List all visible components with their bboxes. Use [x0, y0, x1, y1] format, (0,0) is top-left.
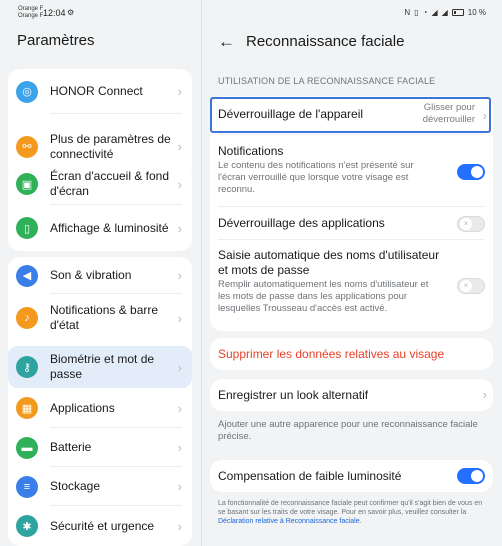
settings-item-honor-connect[interactable]: ◎ HONOR Connect › [8, 69, 192, 114]
settings-item-battery[interactable]: ▬ Batterie › [8, 428, 192, 467]
volume-icon: ◀ [16, 264, 38, 287]
delete-face-card[interactable]: Supprimer les données relatives au visag… [210, 338, 493, 370]
display-group: ▣ Écran d'accueil & fond d'écran › ▯ Aff… [8, 163, 192, 251]
wifi-icon: ◔ [422, 8, 428, 17]
alt-look-button[interactable]: Enregistrer un look alternatif [218, 388, 485, 403]
image-icon: ▣ [16, 173, 38, 195]
settings-item-label: Stockage [50, 479, 101, 493]
settings-item-display[interactable]: ▯ Affichage & luminosité › [8, 205, 192, 251]
system-group: ⚷ Biométrie et mot de passe › ▦ Applicat… [8, 346, 192, 546]
notifications-label: Notifications [218, 144, 284, 158]
alt-look-card[interactable]: Enregistrer un look alternatif › [210, 379, 493, 411]
chevron-right-icon: › [177, 310, 182, 326]
page-title: Reconnaissance faciale [246, 33, 405, 50]
settings-item-label: Notifications & barre d'état [50, 303, 159, 332]
sound-group: ◀ Son & vibration › ♪ Notifications & ba… [8, 257, 192, 359]
battery-status-icon [451, 9, 464, 16]
asterisk-icon: ✱ [16, 515, 38, 537]
apps-icon: ▦ [16, 397, 38, 419]
settings-item-notifications[interactable]: ♪ Notifications & barre d'état › [8, 294, 192, 342]
chevron-right-icon: › [177, 440, 182, 455]
carrier-names: Orange F Orange F [18, 6, 43, 20]
carrier-1: Orange F [18, 6, 44, 12]
footer-end: . [359, 518, 362, 525]
chevron-right-icon: › [177, 176, 182, 192]
settings-item-storage[interactable]: ≡ Stockage › [8, 467, 192, 506]
key-icon: ⚷ [16, 356, 38, 378]
footer-note: La fonctionnalité de reconnaissance faci… [218, 499, 488, 526]
low-light-toggle[interactable] [457, 468, 485, 484]
honor-connect-icon: ◎ [16, 80, 38, 103]
delete-face-data-button[interactable]: Supprimer les données relatives au visag… [218, 347, 485, 361]
vibrate-icon: ▯ [414, 8, 419, 17]
settings-item-sound[interactable]: ◀ Son & vibration › [8, 257, 192, 294]
low-light-label: Compensation de faible luminosité [218, 469, 402, 483]
settings-item-label: Écran d'accueil & fond d'écran [50, 169, 170, 198]
settings-item-biometrics[interactable]: ⚷ Biométrie et mot de passe › [8, 346, 192, 388]
gear-icon: ⚙ [67, 8, 75, 17]
autofill-toggle[interactable] [457, 278, 485, 294]
selection-highlight [210, 97, 491, 133]
chevron-right-icon: › [177, 84, 182, 99]
notifications-desc: Le contenu des notifications n'est prése… [218, 160, 414, 195]
chevron-right-icon: › [177, 268, 182, 283]
clock: 12:04 [43, 8, 66, 18]
nfc-icon: N [404, 8, 411, 17]
notifications-row: Notifications Le contenu des notificatio… [210, 134, 493, 206]
battery-icon: ▬ [16, 436, 38, 459]
chevron-right-icon: › [177, 139, 182, 154]
settings-item-label: Plus de paramètres de connectivité [50, 131, 171, 161]
settings-item-label: Affichage & luminosité [50, 220, 169, 235]
settings-item-home-screen[interactable]: ▣ Écran d'accueil & fond d'écran › [8, 163, 192, 205]
battery-percent: 10 % [467, 8, 486, 17]
settings-item-applications[interactable]: ▦ Applications › [8, 388, 192, 428]
settings-item-security[interactable]: ✱ Sécurité et urgence › [8, 506, 192, 546]
back-arrow-icon[interactable]: ← [218, 32, 235, 52]
low-light-card: Compensation de faible luminosité [210, 460, 493, 492]
storage-icon: ≡ [16, 475, 38, 498]
settings-list-pane: Paramètres ◎ HONOR Connect › ⚯ Plus de p… [0, 24, 201, 546]
status-icons: N ▯ ◔ ◢ ◢ 10 % [404, 8, 486, 17]
autofill-label: Saisie automatique des noms d'utilisateu… [218, 248, 440, 277]
section-header: UTILISATION DE LA RECONNAISSANCE FACIALE [218, 76, 436, 86]
settings-item-label: Biométrie et mot de passe [50, 352, 155, 381]
status-bar: Orange F Orange F 12:04 ⚙ N ▯ ◔ ◢ ◢ 10 % [0, 0, 502, 24]
settings-item-label: Son & vibration [50, 268, 132, 282]
chevron-right-icon: › [177, 518, 182, 534]
chevron-right-icon: › [177, 220, 182, 236]
settings-item-label: HONOR Connect [50, 84, 143, 98]
phone-display-icon: ▯ [16, 217, 38, 239]
chevron-right-icon: › [482, 387, 487, 402]
bell-icon: ♪ [16, 307, 38, 329]
chevron-right-icon: › [177, 359, 182, 375]
privacy-statement-link[interactable]: Déclaration relative à Reconnaissance fa… [218, 518, 360, 525]
app-unlock-toggle[interactable] [457, 216, 485, 232]
alt-look-note: Ajouter une autre apparence pour une rec… [218, 419, 478, 442]
signal-icon: ◢ [431, 8, 438, 17]
settings-item-label: Applications [50, 400, 115, 415]
settings-item-label: Sécurité et urgence [50, 518, 155, 533]
face-recognition-pane: ← Reconnaissance faciale UTILISATION DE … [202, 24, 502, 546]
autofill-row: Saisie automatique des noms d'utilisateu… [210, 238, 493, 330]
footer-text: La fonctionnalité de reconnaissance faci… [218, 500, 483, 516]
autofill-desc: Remplir automatiquement les noms d'utili… [218, 279, 429, 314]
chevron-right-icon: › [177, 479, 182, 494]
settings-item-label: Batterie [50, 440, 92, 454]
chevron-right-icon: › [177, 400, 182, 416]
notifications-toggle[interactable] [457, 164, 485, 180]
app-unlock-row: Déverrouillage des applications [210, 206, 493, 238]
app-unlock-label: Déverrouillage des applications [218, 216, 385, 230]
signal-icon-2: ◢ [441, 8, 448, 17]
settings-title: Paramètres [17, 32, 95, 49]
carrier-2: Orange F [18, 13, 44, 19]
link-icon: ⚯ [16, 135, 38, 158]
